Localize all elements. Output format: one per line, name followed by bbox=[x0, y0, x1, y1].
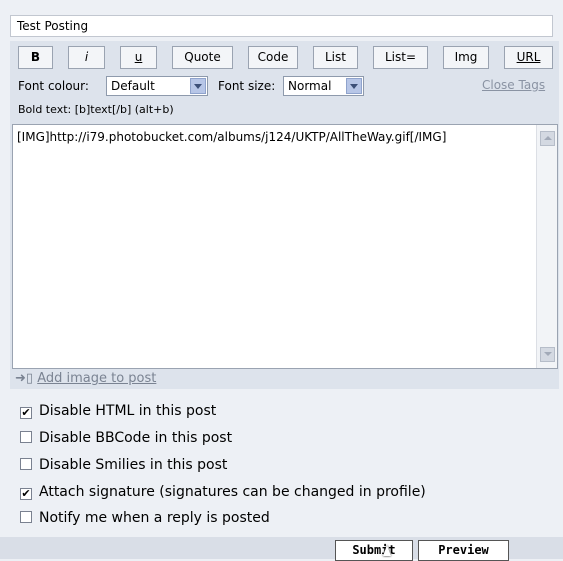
bbcode-hint: Bold text: [b]text[/b] (alt+b) bbox=[18, 103, 174, 116]
code-button[interactable]: Code bbox=[248, 46, 298, 69]
submit-button[interactable]: Submit bbox=[335, 540, 413, 561]
option-disable-html[interactable]: ✔ Disable HTML in this post bbox=[20, 402, 216, 420]
chevron-down-icon bbox=[190, 78, 206, 94]
font-colour-value: Default bbox=[111, 79, 155, 93]
chevron-down-icon bbox=[346, 78, 362, 94]
option-label: Disable BBCode in this post bbox=[39, 430, 233, 446]
url-button[interactable]: URL bbox=[504, 46, 553, 69]
ordered-list-button[interactable]: List= bbox=[373, 46, 428, 69]
check-icon: ✔ bbox=[21, 487, 31, 500]
scroll-up-icon[interactable] bbox=[540, 131, 555, 146]
add-image-link[interactable]: ➜▯ Add image to post bbox=[15, 370, 156, 388]
option-label: Attach signature (signatures can be chan… bbox=[39, 484, 426, 500]
check-icon: ✔ bbox=[21, 406, 31, 419]
option-label: Notify me when a reply is posted bbox=[39, 510, 270, 526]
message-textarea[interactable]: [IMG]http://i79.photobucket.com/albums/j… bbox=[12, 124, 558, 369]
option-disable-smilies[interactable]: Disable Smilies in this post bbox=[20, 456, 227, 474]
option-notify-reply[interactable]: Notify me when a reply is posted bbox=[20, 509, 270, 527]
add-image-label: Add image to post bbox=[37, 371, 157, 386]
checkbox[interactable]: ✔ bbox=[20, 407, 32, 419]
img-button[interactable]: Img bbox=[443, 46, 489, 69]
message-text: [IMG]http://i79.photobucket.com/albums/j… bbox=[17, 130, 447, 144]
checkbox[interactable]: ✔ bbox=[20, 488, 32, 500]
font-size-select[interactable]: Normal bbox=[283, 76, 364, 96]
option-attach-signature[interactable]: ✔ Attach signature (signatures can be cha… bbox=[20, 483, 426, 501]
font-colour-select[interactable]: Default bbox=[106, 76, 208, 96]
checkbox[interactable] bbox=[20, 511, 32, 523]
quote-button[interactable]: Quote bbox=[172, 46, 233, 69]
subject-input[interactable]: Test Posting bbox=[10, 15, 553, 37]
checkbox[interactable] bbox=[20, 458, 32, 470]
font-size-value: Normal bbox=[288, 79, 332, 93]
font-size-label: Font size: bbox=[218, 79, 276, 93]
bold-button[interactable]: B bbox=[18, 46, 53, 69]
checkbox[interactable] bbox=[20, 431, 32, 443]
font-colour-label: Font colour: bbox=[18, 79, 89, 93]
option-label: Disable Smilies in this post bbox=[39, 457, 228, 473]
option-label: Disable HTML in this post bbox=[39, 403, 217, 419]
italic-button[interactable]: i bbox=[68, 46, 105, 69]
message-scrollbar[interactable] bbox=[536, 125, 557, 368]
option-disable-bbcode[interactable]: Disable BBCode in this post bbox=[20, 429, 232, 447]
preview-button[interactable]: Preview bbox=[418, 540, 509, 561]
list-button[interactable]: List bbox=[313, 46, 358, 69]
scroll-down-icon[interactable] bbox=[540, 347, 555, 362]
mouse-cursor-icon bbox=[383, 545, 391, 556]
close-tags-link[interactable]: Close Tags bbox=[482, 78, 545, 92]
add-image-icon: ➜▯ bbox=[15, 371, 34, 386]
underline-button[interactable]: u bbox=[120, 46, 157, 69]
